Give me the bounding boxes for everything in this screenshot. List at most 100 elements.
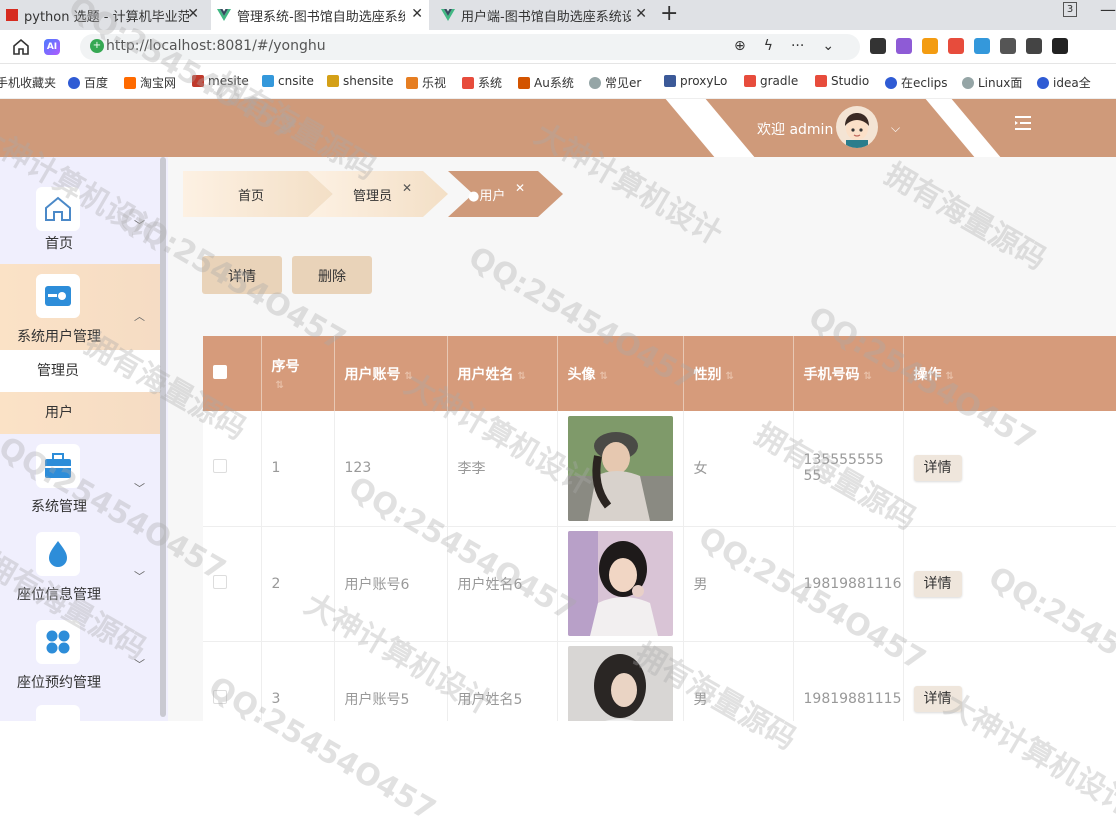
bookmark-item[interactable]: 在eclips <box>885 74 948 91</box>
bookmark-item[interactable]: 手机收藏夹 <box>0 74 56 91</box>
row-checkbox[interactable] <box>213 690 227 704</box>
table-row[interactable]: 3 用户账号5 用户姓名5 男 19819881115 详情 <box>203 641 1116 721</box>
sidebar-subitem-label: 管理员 <box>37 363 79 379</box>
more-icon[interactable]: ··· <box>791 38 804 54</box>
column-header-account[interactable]: 用户账号⇅ <box>334 336 447 411</box>
reader-icon[interactable] <box>1000 38 1016 54</box>
delete-button[interactable]: 删除 <box>292 256 372 294</box>
home-icon[interactable] <box>12 38 30 56</box>
close-tab-icon[interactable]: ✕ <box>411 6 423 22</box>
lightning-icon[interactable]: ϟ <box>764 38 773 54</box>
row-detail-button[interactable]: 详情 <box>914 455 962 481</box>
bookmark-item[interactable]: gradle <box>744 74 798 88</box>
zoom-icon[interactable]: ⊕ <box>734 38 746 54</box>
breadcrumb-user-active[interactable]: ●用户 ✕ <box>463 171 563 217</box>
chevron-up-icon: ︿ <box>134 308 145 324</box>
close-icon[interactable]: ✕ <box>402 181 412 195</box>
game-icon[interactable] <box>922 38 938 54</box>
sort-icon[interactable]: ⇅ <box>276 380 284 391</box>
row-checkbox[interactable] <box>213 459 227 473</box>
weibo-icon[interactable] <box>948 38 964 54</box>
chevron-down-icon[interactable]: ⌄ <box>822 38 834 54</box>
sidebar-item-system-management[interactable]: 系统管理 ﹀ <box>0 434 160 522</box>
browser-tab[interactable]: python 选题 - 计算机毕业范例 ✕ <box>0 0 205 30</box>
url-text[interactable]: http://localhost:8081/#/yonghu <box>106 38 326 54</box>
vue-logo-icon <box>441 8 455 22</box>
sidebar-item-user-management[interactable]: 系统用户管理 ︿ <box>0 264 160 350</box>
sidebar-item-seat-info[interactable]: 座位信息管理 ﹀ <box>0 522 160 610</box>
sidebar-item-seat-booking[interactable]: 座位预约管理 ﹀ <box>0 610 160 698</box>
browser-tab-title: 管理系统-图书馆自助选座系统 <box>237 6 405 25</box>
close-tab-icon[interactable]: ✕ <box>187 6 199 22</box>
table-row[interactable]: 2 用户账号6 用户姓名6 男 19819881116 详情 <box>203 526 1116 641</box>
detail-button[interactable]: 详情 <box>202 256 282 294</box>
column-header-index[interactable]: 序号⇅ <box>261 336 334 411</box>
bookmark-item[interactable]: 系统 <box>462 74 502 91</box>
shensite-icon <box>327 75 339 87</box>
avatar[interactable] <box>836 106 878 148</box>
row-checkbox[interactable] <box>213 575 227 589</box>
sort-icon[interactable]: ⇅ <box>864 371 872 382</box>
collapse-menu-icon[interactable] <box>1013 114 1033 134</box>
user-avatar-photo[interactable] <box>568 416 673 521</box>
bookmark-label: idea全 <box>1053 74 1091 91</box>
cell-phone: 13555555555 <box>793 411 903 526</box>
sidebar-item-home[interactable]: 首页 ﹀ <box>0 157 160 264</box>
row-detail-button[interactable]: 详情 <box>914 686 962 712</box>
close-icon[interactable]: ✕ <box>515 181 525 195</box>
window-minimize-icon[interactable]: — <box>1100 0 1116 19</box>
bookmark-label: shensite <box>343 74 394 88</box>
bookmark-item[interactable]: proxyLo <box>664 74 727 88</box>
sidebar-toggle-icon[interactable] <box>1052 38 1068 54</box>
sidebar-subitem-user[interactable]: 用户 <box>0 392 160 434</box>
sidebar-scrollbar[interactable] <box>160 157 166 717</box>
chevron-down-icon: ﹀ <box>134 217 145 233</box>
user-avatar-photo[interactable] <box>568 531 673 636</box>
bookmark-item[interactable]: shensite <box>327 74 394 88</box>
breadcrumb-home[interactable]: 首页 <box>183 171 333 217</box>
bookmark-item[interactable]: Linux面 <box>962 74 1022 91</box>
sort-icon[interactable]: ⇅ <box>726 371 734 382</box>
browser-tab[interactable]: 用户端-图书馆自助选座系统设 ✕ <box>435 0 653 30</box>
new-tab-button[interactable]: + <box>660 1 678 26</box>
bookmark-item[interactable]: 淘宝网 <box>124 74 176 91</box>
sort-icon[interactable]: ⇅ <box>946 371 954 382</box>
column-header-gender[interactable]: 性别⇅ <box>683 336 793 411</box>
chevron-down-icon: ﹀ <box>134 480 145 496</box>
close-tab-icon[interactable]: ✕ <box>635 6 647 22</box>
bookmark-item[interactable]: cnsite <box>262 74 314 88</box>
secure-shield-icon[interactable]: + <box>90 39 104 53</box>
select-all-checkbox[interactable] <box>213 365 227 379</box>
bookmark-item[interactable]: Studio <box>815 74 869 88</box>
breadcrumb-label: ●用户 <box>468 185 505 204</box>
chevron-down-icon[interactable]: ⌵ <box>891 121 900 136</box>
sidebar-item-label: 座位预约管理 <box>0 672 118 692</box>
translate-icon[interactable] <box>896 38 912 54</box>
user-avatar-photo[interactable] <box>568 646 673 721</box>
extensions-icon[interactable] <box>1026 38 1042 54</box>
column-header-name[interactable]: 用户姓名⇅ <box>447 336 557 411</box>
bookmark-item[interactable]: idea全 <box>1037 74 1091 91</box>
sort-icon[interactable]: ⇅ <box>518 371 526 382</box>
ai-assistant-icon[interactable]: AI <box>44 39 60 55</box>
scissors-icon[interactable] <box>870 38 886 54</box>
sidebar-subitem-label: 用户 <box>45 405 73 421</box>
tab-count-badge[interactable]: 3 <box>1063 2 1077 17</box>
bookmark-item[interactable]: 百度 <box>68 74 108 91</box>
address-bar: AI + http://localhost:8081/#/yonghu ⊕ ϟ … <box>0 30 1116 64</box>
bookmark-item[interactable]: 常见er <box>589 74 641 91</box>
bookmark-item[interactable]: mesite <box>192 74 249 88</box>
column-header-avatar[interactable]: 头像⇅ <box>557 336 683 411</box>
row-detail-button[interactable]: 详情 <box>914 571 962 597</box>
breadcrumb-admin[interactable]: 管理员 ✕ <box>333 171 453 217</box>
mail-icon[interactable] <box>974 38 990 54</box>
sort-icon[interactable]: ⇅ <box>405 371 413 382</box>
browser-tab-active[interactable]: 管理系统-图书馆自助选座系统 ✕ <box>211 0 429 30</box>
bookmark-label: 在eclips <box>901 74 948 91</box>
sidebar-subitem-admin[interactable]: 管理员 <box>0 350 160 392</box>
column-header-phone[interactable]: 手机号码⇅ <box>793 336 903 411</box>
sort-icon[interactable]: ⇅ <box>600 371 608 382</box>
bookmark-item[interactable]: 乐视 <box>406 74 446 91</box>
table-row[interactable]: 1 123 李李 女 13555555555 详情 <box>203 411 1116 526</box>
bookmark-item[interactable]: Au系统 <box>518 74 574 91</box>
